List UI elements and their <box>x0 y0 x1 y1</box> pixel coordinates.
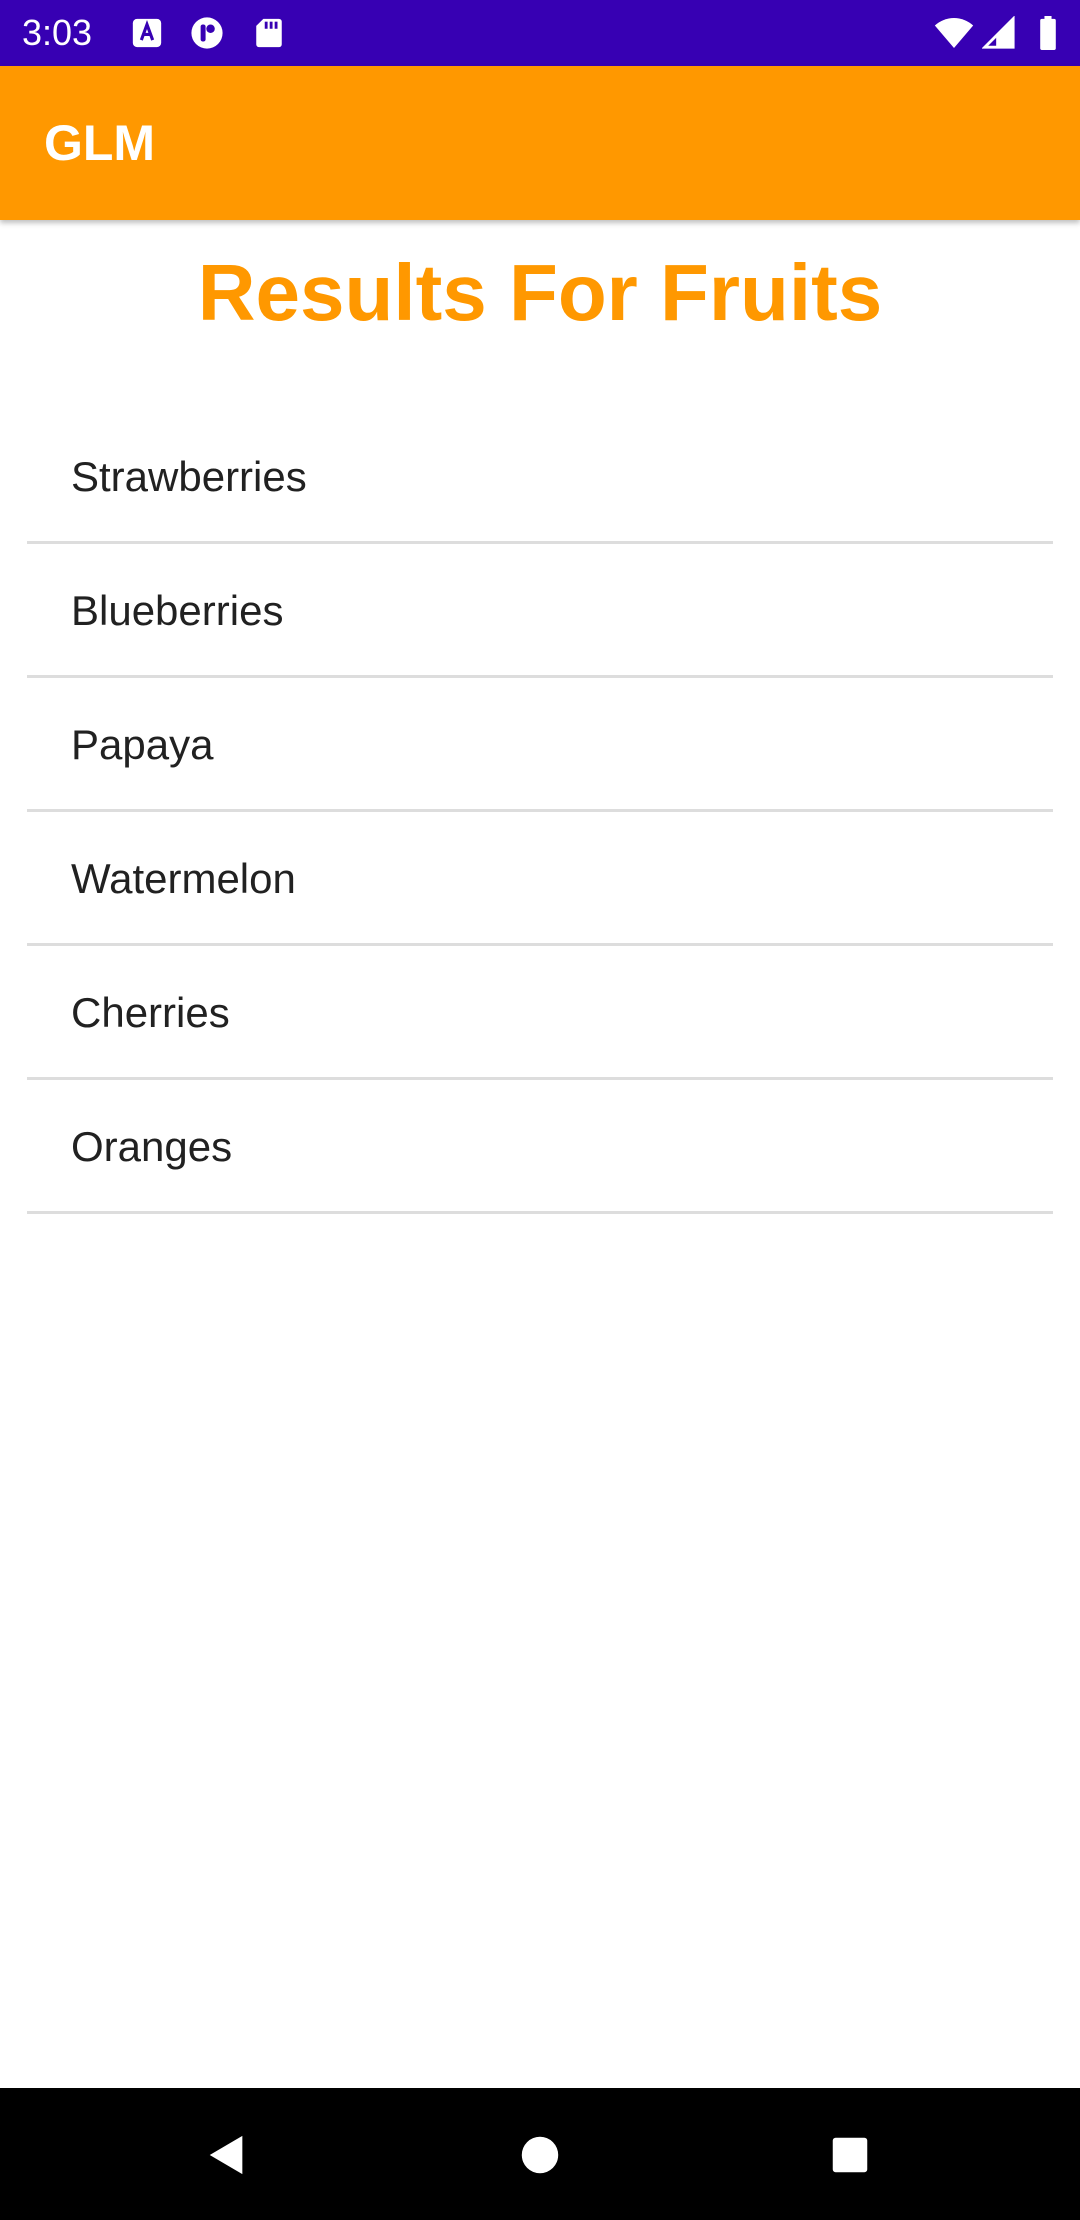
results-heading: Results For Fruits <box>197 248 883 337</box>
wifi-icon <box>934 18 974 48</box>
home-icon[interactable] <box>517 2132 563 2178</box>
list-item-label: Papaya <box>71 721 214 768</box>
recents-icon[interactable] <box>827 2132 873 2178</box>
list-item[interactable]: Watermelon <box>27 812 1053 946</box>
list-item-label: Oranges <box>71 1123 233 1170</box>
t-app-icon <box>191 17 223 49</box>
app-bar: GLM <box>0 66 1080 220</box>
navigation-bar <box>0 2088 1080 2220</box>
list-item-label: Blueberries <box>71 587 284 634</box>
results-list: Strawberries Blueberries Papaya Watermel… <box>27 410 1053 1214</box>
list-item[interactable]: Cherries <box>27 946 1053 1080</box>
keyboard-a-icon <box>132 18 162 48</box>
list-item-label: Cherries <box>71 989 230 1036</box>
list-item[interactable]: Blueberries <box>27 544 1053 678</box>
status-time: 3:03 <box>22 12 93 53</box>
sd-card-icon <box>256 18 282 48</box>
app-title: GLM <box>44 115 156 171</box>
list-item-label: Watermelon <box>71 855 296 902</box>
cell-signal-icon <box>982 16 1015 49</box>
list-item[interactable]: Oranges <box>27 1080 1053 1214</box>
list-item[interactable]: Strawberries <box>27 410 1053 544</box>
list-item-label: Strawberries <box>71 453 307 500</box>
battery-icon <box>1040 16 1056 50</box>
back-icon[interactable] <box>204 2132 250 2178</box>
list-item[interactable]: Papaya <box>27 678 1053 812</box>
screen: 3:03 GLM Results For Fruits Strawberries… <box>0 0 1080 2220</box>
status-bar: 3:03 <box>0 0 1080 66</box>
